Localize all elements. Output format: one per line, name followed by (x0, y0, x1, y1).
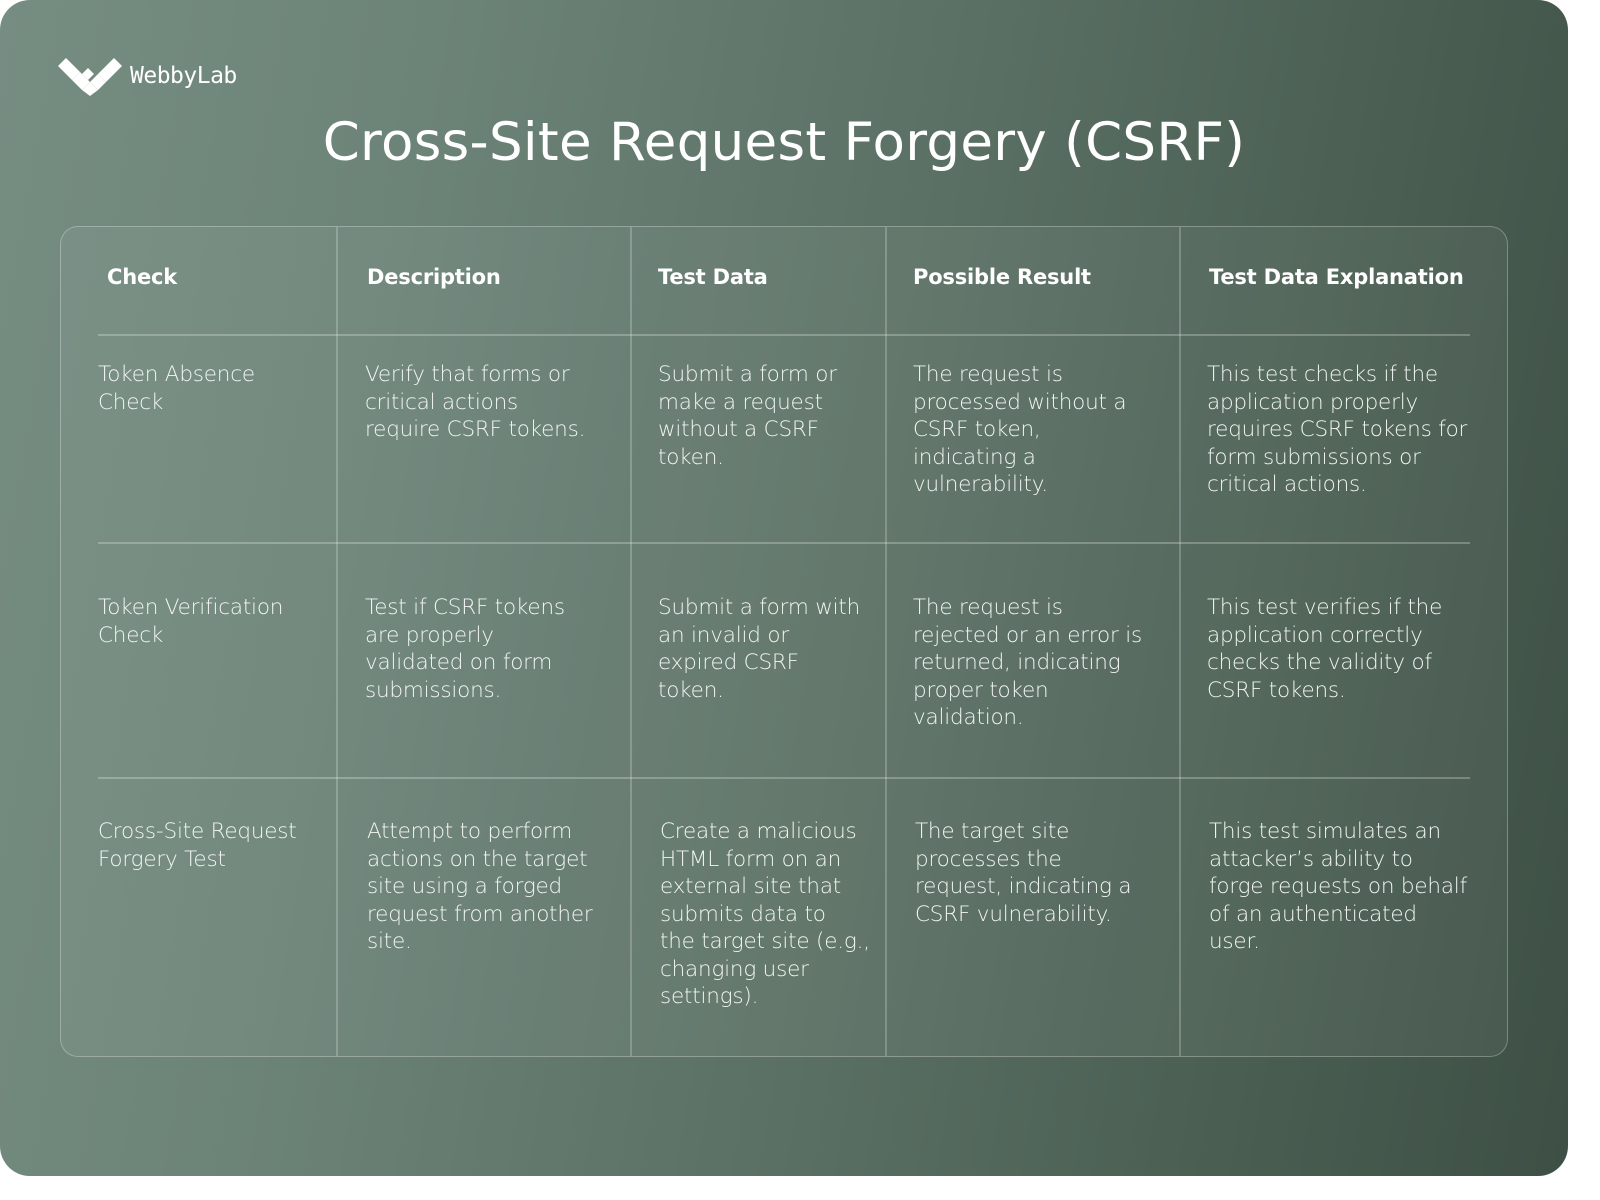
brand-name: WebbyLab (130, 63, 237, 89)
webbylab-logo-icon (58, 56, 122, 96)
cell-test-data: Submit a form or make a request without … (658, 362, 837, 470)
cell-check: Cross-Site Request Forgery Test (98, 819, 297, 872)
header-test-data: Test Data (658, 265, 768, 289)
cell-description: Attempt to perform actions on the target… (367, 819, 593, 954)
header-test-data-explanation: Test Data Explanation (1209, 265, 1464, 289)
csrf-test-table: Check Description Test Data Possible Res… (60, 226, 1508, 1057)
cell-possible-result: The request is rejected or an error is r… (913, 595, 1143, 730)
column-divider (885, 227, 887, 1056)
cell-explanation: This test verifies if the application co… (1207, 595, 1443, 703)
header-possible-result: Possible Result (913, 265, 1091, 289)
cell-test-data: Submit a form with an invalid or expired… (658, 595, 861, 703)
header-check: Check (107, 265, 178, 289)
page-title: Cross-Site Request Forgery (CSRF) (322, 112, 1246, 173)
column-divider (630, 227, 632, 1056)
header-description: Description (367, 265, 501, 289)
infographic-card: WebbyLab Cross-Site Request Forgery (CSR… (0, 0, 1568, 1176)
cell-test-data: Create a malicious HTML form on an exter… (660, 819, 870, 1009)
cell-check: Token Absence Check (98, 362, 255, 415)
cell-description: Verify that forms or critical actions re… (365, 362, 586, 442)
row-divider (98, 777, 1470, 779)
column-divider (1179, 227, 1181, 1056)
brand-logo: WebbyLab (58, 56, 237, 96)
cell-explanation: This test simulates an attacker’s abilit… (1209, 819, 1467, 954)
column-divider (336, 227, 338, 1056)
row-divider (98, 334, 1470, 336)
cell-possible-result: The target site processes the request, i… (915, 819, 1132, 927)
cell-possible-result: The request is processed without a CSRF … (913, 362, 1127, 497)
row-divider (98, 542, 1470, 544)
cell-description: Test if CSRF tokens are properly validat… (365, 595, 565, 703)
cell-check: Token Verification Check (98, 595, 284, 648)
cell-explanation: This test checks if the application prop… (1207, 362, 1468, 497)
